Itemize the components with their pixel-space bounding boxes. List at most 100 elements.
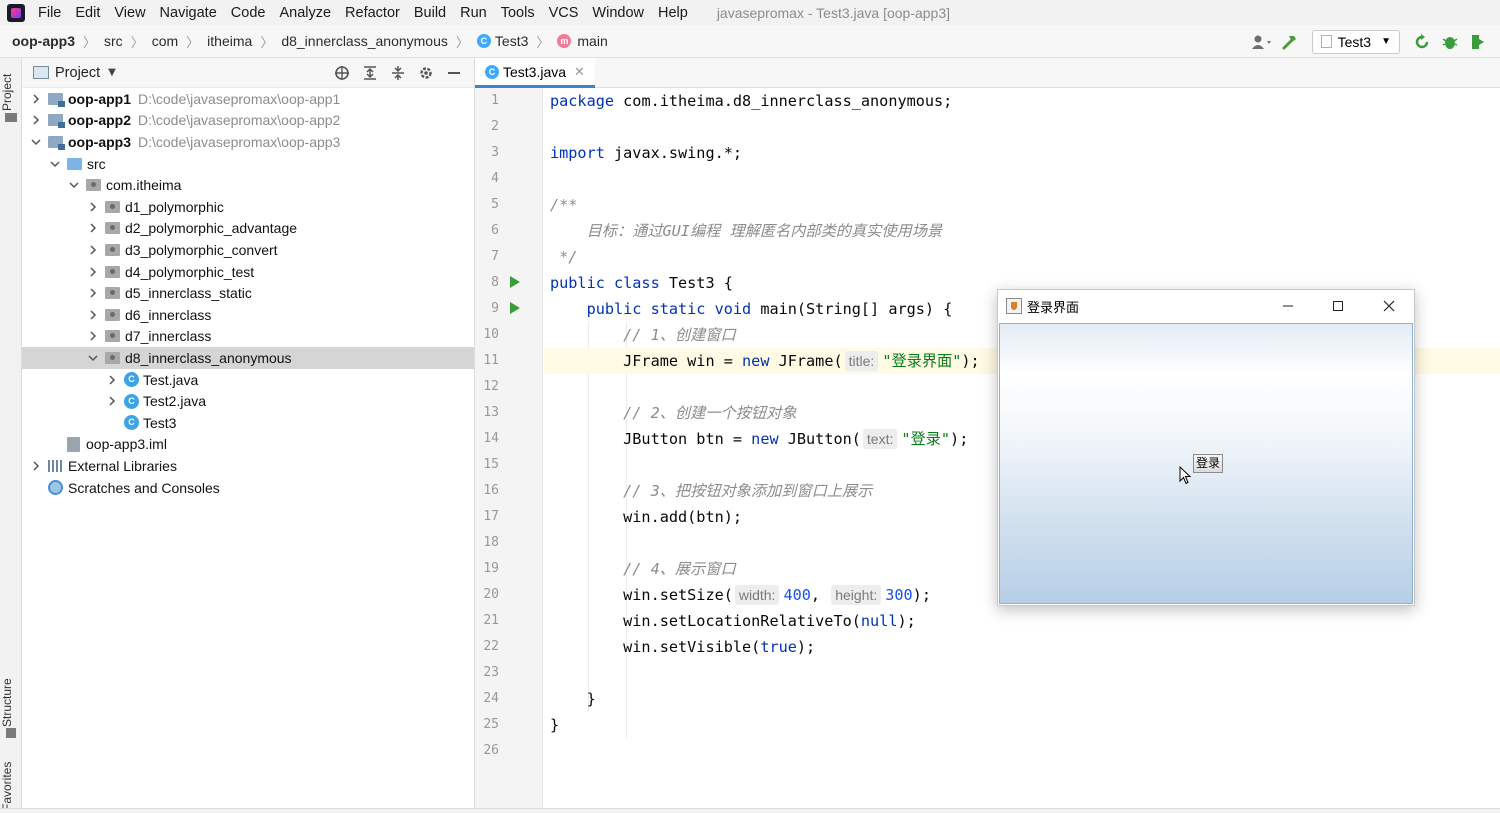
chevron-down-icon[interactable] [49, 158, 61, 170]
close-icon[interactable]: ✕ [574, 64, 585, 80]
tree-item-package[interactable]: d7_innerclass [22, 326, 474, 348]
minimize-button[interactable] [1263, 290, 1313, 322]
tree-item-package[interactable]: d6_innerclass [22, 304, 474, 326]
menu-refactor[interactable]: Refactor [338, 5, 407, 21]
line-number: 15 [483, 457, 499, 472]
run-configuration-select[interactable]: Test3 ▼ [1311, 29, 1400, 54]
tree-item-package[interactable]: d1_polymorphic [22, 196, 474, 218]
rerun-icon[interactable] [1410, 30, 1434, 54]
tree-item-label: src [87, 155, 106, 172]
tree-item-package-selected[interactable]: d8_innerclass_anonymous [22, 347, 474, 369]
menu-window[interactable]: Window [585, 5, 651, 21]
run-with-coverage-icon[interactable] [1466, 30, 1490, 54]
source-folder-icon [67, 157, 82, 170]
project-panel-title[interactable]: Project [55, 65, 100, 81]
menu-edit[interactable]: Edit [68, 5, 107, 21]
hide-panel-icon[interactable] [440, 61, 468, 85]
menu-analyze[interactable]: Analyze [272, 5, 338, 21]
chevron-down-icon[interactable]: ▼ [108, 67, 116, 78]
maximize-button[interactable] [1313, 290, 1363, 322]
code-text: ); [897, 612, 916, 630]
module-folder-icon [48, 92, 65, 107]
tree-item-module[interactable]: oop-app2 D:\code\javasepromax\oop-app2 [22, 110, 474, 132]
chevron-right-icon[interactable] [87, 330, 99, 342]
chevron-right-icon[interactable] [30, 93, 42, 105]
tree-item-package[interactable]: d4_polymorphic_test [22, 261, 474, 283]
menu-navigate[interactable]: Navigate [153, 5, 224, 21]
chevron-right-icon[interactable] [106, 374, 118, 386]
menu-run[interactable]: Run [453, 5, 494, 21]
user-icon[interactable] [1250, 30, 1274, 54]
tree-item-class[interactable]: C Test2.java [22, 390, 474, 412]
tree-item-scratches[interactable]: Scratches and Consoles [22, 477, 474, 499]
build-hammer-icon[interactable] [1278, 30, 1302, 54]
tree-item-class[interactable]: C Test3 [22, 412, 474, 434]
run-main-gutter-icon[interactable] [510, 302, 520, 314]
tree-item-package[interactable]: com.itheima [22, 174, 474, 196]
chevron-right-icon[interactable] [106, 395, 118, 407]
menu-view[interactable]: View [107, 5, 152, 21]
parameter-hint: text: [862, 429, 898, 449]
code-text: JFrame win = [550, 352, 743, 370]
code-line-10: // 1、创建窗口 [550, 326, 736, 344]
tree-item-folder[interactable]: src [22, 153, 474, 175]
tree-item-iml-file[interactable]: oop-app3.iml [22, 434, 474, 456]
breadcrumb-module[interactable]: oop-app3 [12, 33, 75, 49]
chevron-right-icon[interactable] [87, 201, 99, 213]
expand-all-icon[interactable] [356, 61, 384, 85]
close-window-button[interactable] [1364, 290, 1414, 322]
debug-bug-icon[interactable] [1438, 30, 1462, 54]
line-number: 13 [483, 405, 499, 420]
code-line-16: // 3、把按钮对象添加到窗口上展示 [550, 482, 873, 500]
menu-build[interactable]: Build [407, 5, 453, 21]
tree-item-package[interactable]: d3_polymorphic_convert [22, 239, 474, 261]
code-line-6: 目标：通过GUI编程 理解匿名内部类的真实使用场景 [550, 222, 943, 240]
run-class-gutter-icon[interactable] [510, 276, 520, 288]
minimize-icon [1283, 305, 1293, 307]
chevron-right-icon[interactable] [87, 287, 99, 299]
menu-tools[interactable]: Tools [494, 5, 542, 21]
tree-item-external-libraries[interactable]: External Libraries [22, 455, 474, 477]
breadcrumb-package[interactable]: d8_innerclass_anonymous [281, 33, 448, 49]
menu-vcs[interactable]: VCS [542, 5, 586, 21]
tree-item-package[interactable]: d5_innerclass_static [22, 282, 474, 304]
tree-item-label: d2_polymorphic_advantage [125, 220, 298, 237]
line-number: 3 [491, 145, 499, 160]
breadcrumb-class[interactable]: C Test3 [476, 33, 528, 49]
swing-login-window[interactable]: 登录界面 登录 [997, 289, 1415, 606]
menu-code[interactable]: Code [224, 5, 273, 21]
tree-item-package[interactable]: d2_polymorphic_advantage [22, 218, 474, 240]
swing-window-titlebar[interactable]: 登录界面 [998, 290, 1414, 322]
breadcrumb-src[interactable]: src [104, 33, 123, 49]
chevron-right-icon[interactable] [30, 114, 42, 126]
chevron-down-icon[interactable] [30, 136, 42, 148]
tree-item-module[interactable]: oop-app3 D:\code\javasepromax\oop-app3 [22, 131, 474, 153]
package-icon [105, 351, 120, 364]
menu-file[interactable]: File [31, 5, 68, 21]
chevron-down-icon[interactable] [68, 179, 80, 191]
breadcrumb-itheima[interactable]: itheima [207, 33, 252, 49]
chevron-right-icon[interactable] [87, 222, 99, 234]
code-text: win.setLocationRelativeTo( [550, 612, 861, 630]
left-tool-stripe: Project Structure Favorites [0, 58, 22, 813]
breadcrumb-method[interactable]: m main [557, 33, 608, 49]
breadcrumb-com[interactable]: com [152, 33, 178, 49]
collapse-all-icon[interactable] [384, 61, 412, 85]
parameter-hint: height: [831, 585, 882, 605]
line-number: 24 [483, 691, 499, 706]
tree-item-class[interactable]: C Test.java [22, 369, 474, 391]
chevron-right-icon[interactable] [87, 266, 99, 278]
editor-tab-test3[interactable]: C Test3.java ✕ [475, 58, 595, 88]
chevron-right-icon[interactable] [87, 309, 99, 321]
menu-help[interactable]: Help [651, 5, 695, 21]
gear-icon[interactable] [412, 61, 440, 85]
chevron-down-icon[interactable] [87, 352, 99, 364]
chevron-right-icon[interactable] [30, 460, 42, 472]
tree-item-label: External Libraries [68, 457, 177, 474]
locate-target-icon[interactable] [328, 61, 356, 85]
chevron-right-icon[interactable] [87, 244, 99, 256]
tree-item-module[interactable]: oop-app1 D:\code\javasepromax\oop-app1 [22, 88, 474, 110]
favorites-tool-tab[interactable]: Favorites [0, 758, 22, 813]
project-tool-tab[interactable]: Project [0, 64, 22, 120]
login-button[interactable]: 登录 [1193, 454, 1224, 473]
